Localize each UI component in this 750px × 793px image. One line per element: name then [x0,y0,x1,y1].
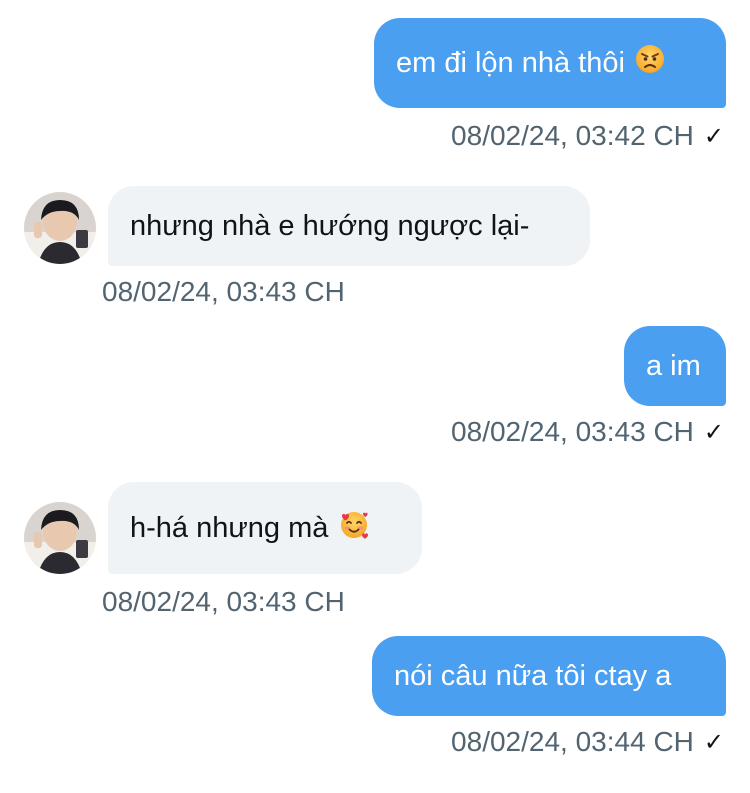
incoming-message[interactable]: h-há nhưng mà [108,482,422,574]
outgoing-message[interactable]: nói câu nữa tôi ctay a [372,636,726,716]
message-text: a im [646,350,701,382]
angry-face-emoji-icon [635,44,665,82]
outgoing-message[interactable]: em đi lộn nhà thôi [374,18,726,108]
check-icon: ✓ [703,122,724,150]
outgoing-message[interactable]: a im [624,326,726,406]
message-timestamp: 08/02/24, 03:43 CH [451,416,694,447]
message-timestamp: 08/02/24, 03:43 CH [102,276,345,307]
message-meta: 08/02/24, 03:43 CH [102,586,345,618]
incoming-message[interactable]: nhưng nhà e hướng ngược lại- [108,186,590,266]
chat-thread: em đi lộn nhà thôi 08/02/24, 03:42 CH ✓ [0,0,750,793]
message-timestamp: 08/02/24, 03:42 CH [451,120,694,151]
message-timestamp: 08/02/24, 03:44 CH [451,726,694,757]
check-icon: ✓ [703,728,724,756]
message-text: h-há nhưng mà [130,512,329,544]
message-meta: 08/02/24, 03:44 CH ✓ [451,726,724,758]
avatar[interactable] [24,502,96,574]
message-text: nhưng nhà e hướng ngược lại- [130,210,530,242]
smiling-face-with-hearts-emoji-icon [338,508,370,548]
message-text: nói câu nữa tôi ctay a [394,660,672,692]
message-timestamp: 08/02/24, 03:43 CH [102,586,345,617]
check-icon: ✓ [703,418,724,446]
avatar[interactable] [24,192,96,264]
message-meta: 08/02/24, 03:43 CH ✓ [451,416,724,448]
message-meta: 08/02/24, 03:43 CH [102,276,345,308]
message-meta: 08/02/24, 03:42 CH ✓ [451,120,724,152]
message-text: em đi lộn nhà thôi [396,47,625,79]
